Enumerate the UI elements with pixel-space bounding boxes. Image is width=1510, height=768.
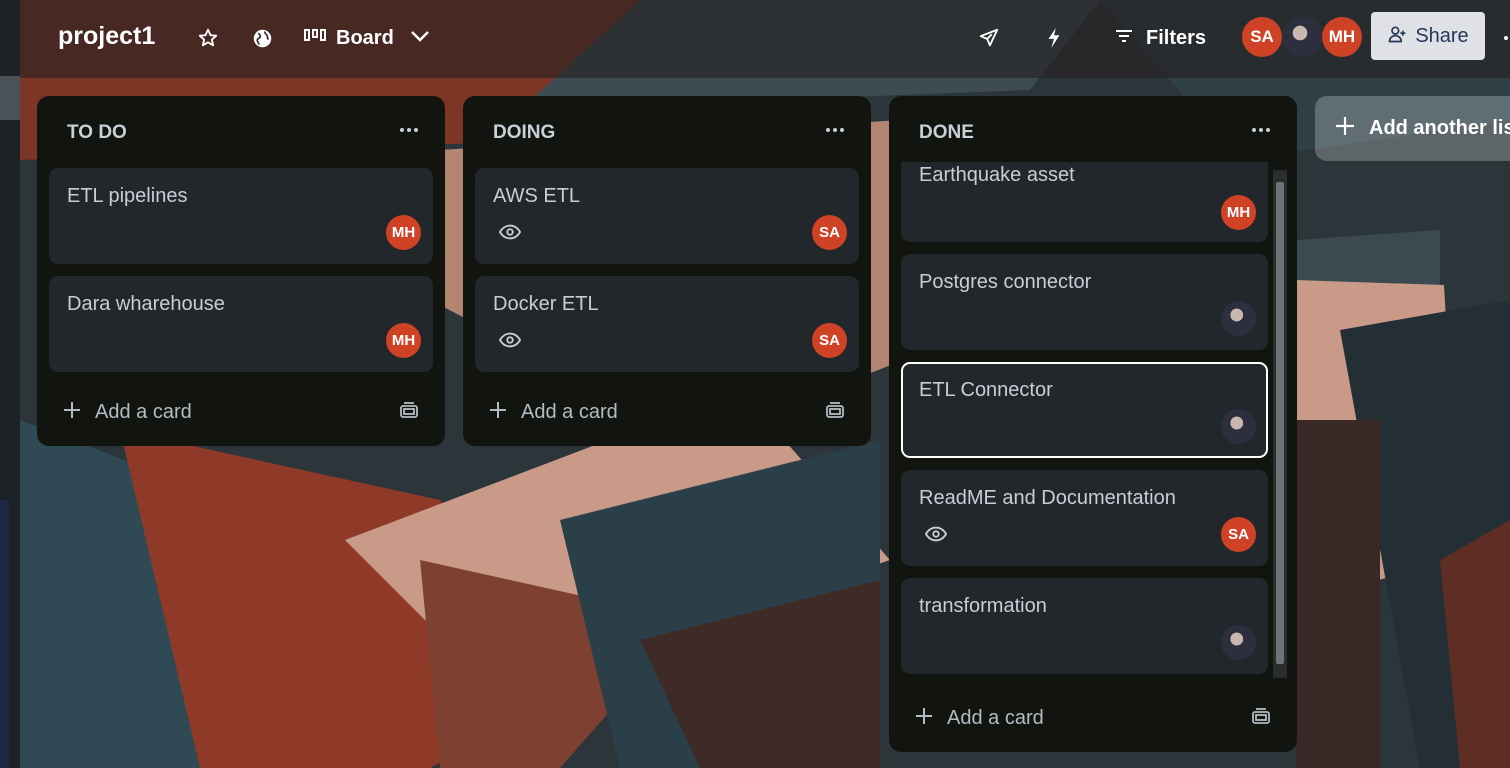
card-title: ETL pipelines: [67, 185, 188, 207]
list-menu-icon[interactable]: [395, 120, 423, 140]
star-icon[interactable]: [194, 24, 222, 52]
card-title: Dara wharehouse: [67, 293, 225, 315]
share-button[interactable]: Share: [1371, 12, 1485, 60]
list-title[interactable]: DOING: [493, 122, 555, 144]
lightning-icon[interactable]: [1040, 24, 1068, 52]
plus-icon: [63, 401, 81, 424]
card[interactable]: Earthquake asset MH: [901, 162, 1268, 242]
member-initials: SA: [1228, 526, 1249, 543]
card-member-avatar[interactable]: MH: [386, 323, 421, 358]
card-member-avatar[interactable]: SA: [812, 323, 847, 358]
card-member-avatar[interactable]: [1221, 625, 1256, 660]
view-switcher[interactable]: Board: [304, 22, 430, 54]
member-avatar-mh[interactable]: MH: [1322, 17, 1362, 57]
list-menu-icon[interactable]: [821, 120, 849, 140]
card[interactable]: ETL pipelines MH: [49, 168, 433, 264]
plus-icon: [489, 401, 507, 424]
list-scrollbar-thumb[interactable]: [1276, 182, 1284, 664]
list-cards-scroll[interactable]: Earthquake asset MH Postgres connector E…: [889, 162, 1297, 694]
left-edge-strip: [0, 0, 20, 768]
member-initials: SA: [819, 224, 840, 241]
filter-icon: [1114, 28, 1134, 49]
card-title: AWS ETL: [493, 185, 581, 207]
card-template-icon[interactable]: [825, 402, 845, 420]
board-icon: [304, 28, 326, 49]
globe-icon[interactable]: [248, 24, 276, 52]
list-title[interactable]: DONE: [919, 122, 974, 144]
eye-icon: [924, 526, 949, 544]
more-menu-icon[interactable]: [1504, 36, 1508, 40]
list-title[interactable]: TO DO: [67, 122, 127, 144]
card-title: transformation: [919, 595, 1047, 617]
card-member-avatar[interactable]: SA: [1221, 517, 1256, 552]
add-card-label: Add a card: [521, 400, 618, 423]
add-list-button[interactable]: Add another list: [1315, 96, 1510, 161]
member-initials: MH: [391, 332, 416, 349]
member-avatar-photo[interactable]: [1282, 17, 1322, 57]
eye-icon: [498, 224, 523, 242]
card-title: ReadME and Documentation: [919, 487, 1176, 509]
add-card-label: Add a card: [947, 706, 1044, 729]
member-initials: MH: [1328, 27, 1356, 46]
card-member-avatar[interactable]: SA: [812, 215, 847, 250]
card[interactable]: Docker ETL SA: [475, 276, 859, 372]
card-member-avatar[interactable]: MH: [1221, 195, 1256, 230]
add-card-button[interactable]: Add a card: [63, 397, 192, 427]
member-initials: SA: [819, 332, 840, 349]
board-header: project1 Board Filters SA MH Share: [20, 0, 1510, 78]
card-member-avatar[interactable]: [1221, 409, 1256, 444]
list-doing: DOING AWS ETL SA Docker ETL SA Add a car…: [463, 96, 871, 446]
card[interactable]: AWS ETL SA: [475, 168, 859, 264]
card-template-icon[interactable]: [399, 402, 419, 420]
left-edge-tab: [0, 76, 20, 120]
eye-icon: [498, 332, 523, 350]
plus-icon: [915, 707, 933, 730]
list-menu-icon[interactable]: [1247, 120, 1275, 140]
member-initials: SA: [1250, 27, 1274, 46]
view-label: Board: [336, 26, 394, 49]
list-todo: TO DO ETL pipelines MH Dara wharehouse M…: [37, 96, 445, 446]
share-label: Share: [1415, 24, 1469, 47]
card-title: ETL Connector: [919, 379, 1053, 401]
card-member-avatar[interactable]: MH: [386, 215, 421, 250]
card-member-avatar[interactable]: [1221, 301, 1256, 336]
board-title[interactable]: project1: [58, 22, 155, 51]
add-card-button[interactable]: Add a card: [489, 397, 618, 427]
plus-icon: [1335, 116, 1355, 141]
add-list-label: Add another list: [1369, 117, 1510, 139]
card[interactable]: ReadME and Documentation SA: [901, 470, 1268, 566]
member-initials: MH: [1226, 204, 1251, 221]
card[interactable]: Dara wharehouse MH: [49, 276, 433, 372]
filters-button[interactable]: Filters: [1114, 22, 1206, 54]
list-done: DONE Earthquake asset MH Postgres connec…: [889, 96, 1297, 752]
card-selected[interactable]: ETL Connector: [901, 362, 1268, 458]
rocket-icon[interactable]: [975, 24, 1003, 52]
left-edge-accent: [0, 500, 9, 768]
filters-label: Filters: [1146, 26, 1207, 49]
member-avatar-sa[interactable]: SA: [1242, 17, 1282, 57]
chevron-down-icon: [410, 29, 430, 48]
card-title: Earthquake asset: [919, 164, 1075, 186]
add-card-button[interactable]: Add a card: [915, 703, 1044, 733]
card[interactable]: Postgres connector: [901, 254, 1268, 350]
add-user-icon: [1387, 24, 1407, 49]
card-title: Docker ETL: [493, 293, 599, 315]
card-title: Postgres connector: [919, 271, 1092, 293]
member-initials: MH: [391, 224, 416, 241]
card[interactable]: transformation: [901, 578, 1268, 674]
add-card-label: Add a card: [95, 400, 192, 423]
card-template-icon[interactable]: [1251, 708, 1271, 726]
